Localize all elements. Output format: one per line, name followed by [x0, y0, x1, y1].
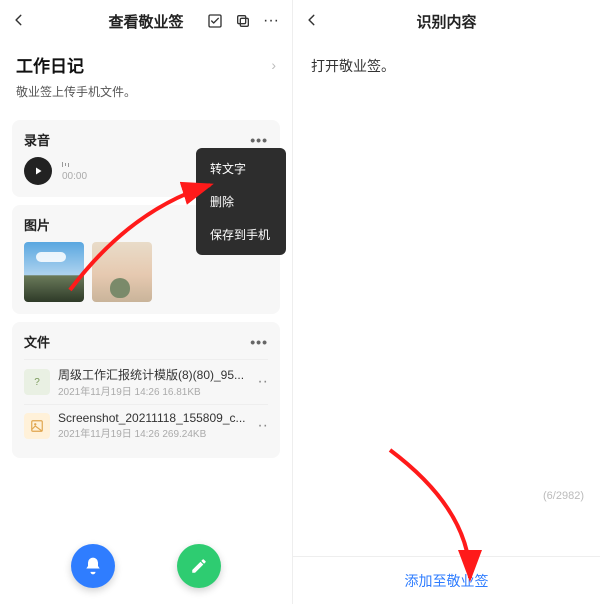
recognized-text-area[interactable]: 打开敬业签。 (6/2982)	[293, 42, 600, 556]
image-thumb-1[interactable]	[24, 242, 84, 302]
note-header[interactable]: 工作日记 ›	[0, 42, 292, 83]
note-subtitle: 敬业签上传手机文件。	[0, 83, 292, 112]
file-doc-icon: ?	[24, 369, 50, 395]
char-count: (6/2982)	[543, 490, 584, 502]
files-section-label: 文件	[24, 332, 50, 351]
chevron-right-icon: ›	[271, 57, 276, 73]
audio-meta: 00:00	[62, 161, 87, 182]
file-row-more-icon[interactable]: ··	[257, 417, 268, 435]
audio-more-icon[interactable]: •••	[250, 132, 268, 148]
file-meta: 2021年11月19日 14:26 16.81KB	[58, 383, 249, 398]
checkbox-edit-icon[interactable]	[206, 12, 224, 30]
right-header-title: 识别内容	[293, 11, 600, 32]
file-name: 周级工作汇报统计模版(8)(80)_95...	[58, 366, 249, 383]
right-pane: 识别内容 打开敬业签。 (6/2982) 添加至敬业签	[293, 0, 600, 604]
left-header: 查看敬业签 ···	[0, 0, 292, 42]
file-name: Screenshot_20211118_155809_c...	[58, 411, 249, 425]
audio-time: 00:00	[62, 171, 87, 182]
reminder-fab[interactable]	[71, 544, 115, 588]
file-image-icon	[24, 413, 50, 439]
note-title: 工作日记	[16, 52, 84, 77]
right-footer: 添加至敬业签	[293, 556, 600, 604]
back-icon[interactable]	[12, 11, 32, 32]
right-header: 识别内容	[293, 0, 600, 42]
edit-fab[interactable]	[177, 544, 221, 588]
audio-section-label: 录音	[24, 130, 50, 149]
files-more-icon[interactable]: •••	[250, 334, 268, 350]
popup-item-transcribe[interactable]: 转文字	[196, 152, 286, 185]
recognized-text: 打开敬业签。	[311, 58, 395, 74]
file-row[interactable]: Screenshot_20211118_155809_c... 2021年11月…	[24, 404, 268, 446]
file-meta: 2021年11月19日 14:26 269.24KB	[58, 425, 249, 440]
popup-item-delete[interactable]: 删除	[196, 185, 286, 218]
image-section-label: 图片	[24, 215, 50, 234]
copy-icon[interactable]	[234, 12, 252, 30]
audio-waveform	[62, 161, 87, 169]
add-to-note-button[interactable]: 添加至敬业签	[405, 571, 489, 591]
popup-item-save[interactable]: 保存到手机	[196, 218, 286, 251]
play-button[interactable]	[24, 157, 52, 185]
audio-card: 录音 ••• 00:00 转文字 删除 保存到手机	[12, 120, 280, 197]
files-card: 文件 ••• ? 周级工作汇报统计模版(8)(80)_95... 2021年11…	[12, 322, 280, 458]
audio-popup-menu: 转文字 删除 保存到手机	[196, 148, 286, 255]
back-icon[interactable]	[305, 11, 325, 32]
file-row[interactable]: ? 周级工作汇报统计模版(8)(80)_95... 2021年11月19日 14…	[24, 359, 268, 404]
fab-bar	[0, 544, 292, 588]
file-row-more-icon[interactable]: ··	[257, 373, 268, 391]
left-pane: 查看敬业签 ··· 工作日记 › 敬业签上传手机文件。 录音 •••	[0, 0, 293, 604]
more-icon[interactable]: ···	[262, 12, 280, 30]
image-thumb-2[interactable]	[92, 242, 152, 302]
